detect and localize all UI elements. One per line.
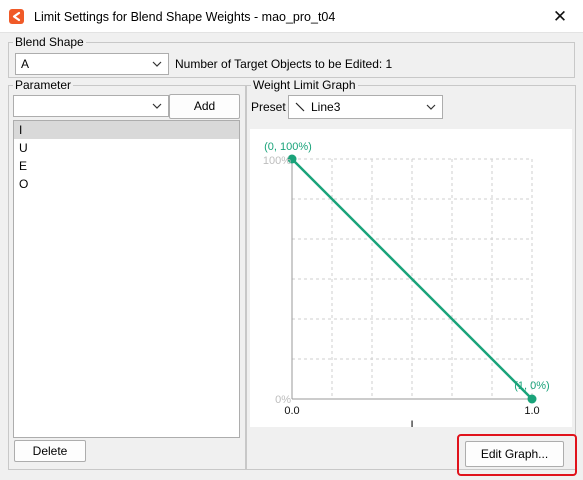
close-icon: ✕ <box>552 6 568 26</box>
blend-shape-select[interactable]: A <box>15 53 169 75</box>
weight-limit-graph-group: Weight Limit Graph Preset Line3 (0, 100%… <box>246 78 577 476</box>
graph-canvas: (0, 100%) (1, 0%) 100% 0% 0.0 1.0 I <box>263 141 550 432</box>
app-icon <box>9 9 24 24</box>
add-parameter-button[interactable]: Add <box>169 94 240 119</box>
close-button[interactable]: ✕ <box>537 0 583 33</box>
parameter-list-item[interactable]: I <box>14 121 239 139</box>
graph-point-end[interactable] <box>527 394 537 404</box>
window-title: Limit Settings for Blend Shape Weights -… <box>34 10 336 24</box>
preset-select-value: Line3 <box>311 100 341 114</box>
target-objects-info: Number of Target Objects to be Edited: 1 <box>175 57 393 71</box>
point-start-label: (0, 100%) <box>264 141 312 153</box>
diagonal-line-icon <box>295 102 305 112</box>
weight-limit-graph[interactable]: (0, 100%) (1, 0%) 100% 0% 0.0 1.0 I <box>250 129 572 432</box>
delete-parameter-button[interactable]: Delete <box>14 440 86 462</box>
x-axis-left-label: 0.0 <box>284 405 299 417</box>
edit-graph-button[interactable]: Edit Graph... <box>465 441 564 467</box>
parameter-group: Parameter Add IUEO Delete <box>8 78 246 470</box>
y-axis-top-label: 100% <box>263 155 291 167</box>
parameter-list-item[interactable]: E <box>14 157 239 175</box>
point-end-label: (1, 0%) <box>514 380 549 392</box>
blend-shape-group-label: Blend Shape <box>13 35 86 49</box>
chevron-down-icon <box>152 103 162 109</box>
blend-shape-select-value: A <box>21 57 30 71</box>
weight-limit-graph-group-label: Weight Limit Graph <box>251 78 358 92</box>
chevron-down-icon <box>426 104 436 110</box>
x-axis-title: I <box>410 418 413 427</box>
x-axis-right-label: 1.0 <box>524 405 539 417</box>
delete-button-label: Delete <box>32 444 68 458</box>
blend-shape-group: Blend Shape A Number of Target Objects t… <box>8 35 575 78</box>
add-button-label: Add <box>193 99 216 113</box>
parameter-group-label: Parameter <box>13 78 74 92</box>
preset-select[interactable]: Line3 <box>288 95 443 119</box>
chevron-down-icon <box>152 61 162 67</box>
parameter-select[interactable] <box>13 95 169 117</box>
edit-graph-button-label: Edit Graph... <box>480 447 549 461</box>
parameter-list-item[interactable]: O <box>14 175 239 193</box>
parameter-list-item[interactable]: U <box>14 139 239 157</box>
preset-label: Preset <box>251 100 286 114</box>
title-bar: Limit Settings for Blend Shape Weights -… <box>0 0 583 33</box>
parameter-list[interactable]: IUEO <box>13 120 240 438</box>
